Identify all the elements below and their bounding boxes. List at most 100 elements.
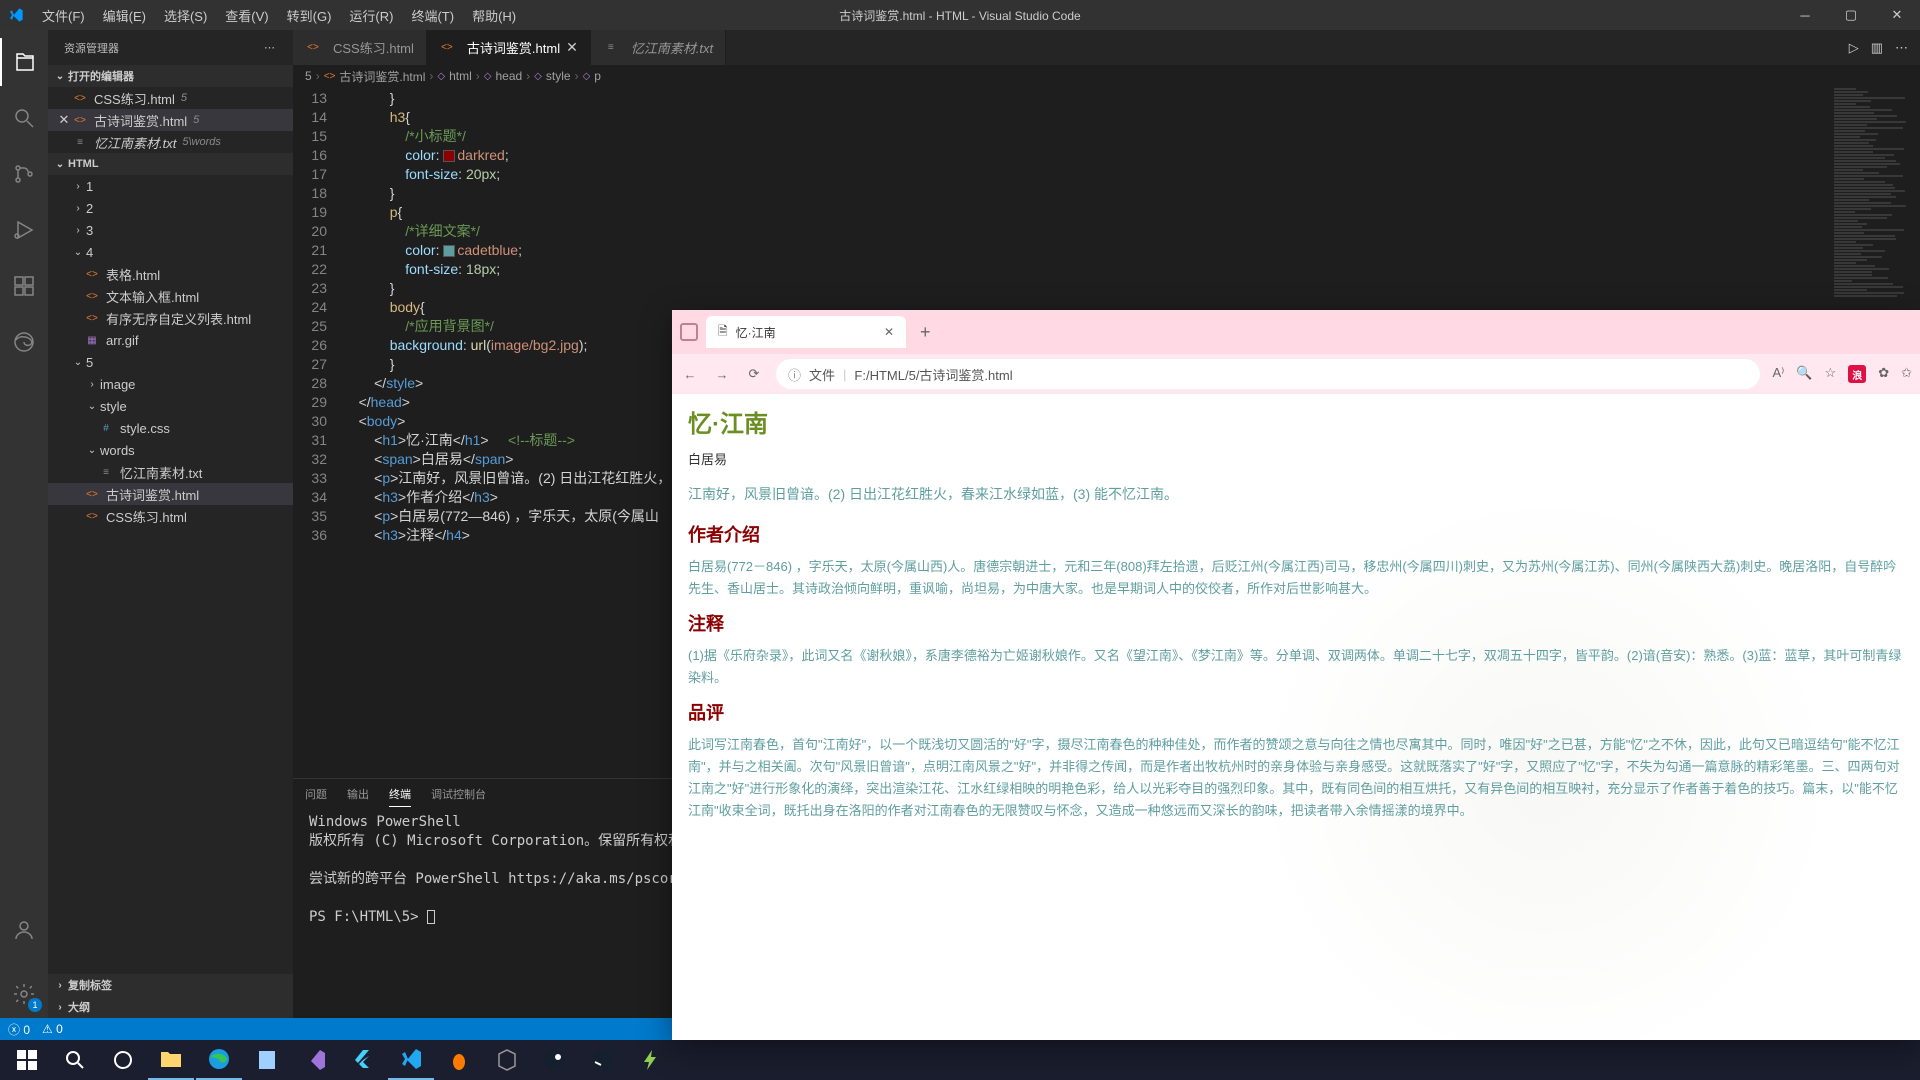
breadcrumbs[interactable]: 5›<> 古诗词鉴赏.html›◇ html›◇ head›◇ style›◇ … — [293, 65, 1920, 87]
start-button[interactable] — [4, 1040, 50, 1080]
steam-icon[interactable] — [532, 1040, 578, 1080]
settings-gear-icon[interactable]: 1 — [0, 970, 48, 1018]
folder-item[interactable]: ⌄4 — [48, 241, 293, 263]
menu-item[interactable]: 终端(T) — [403, 2, 462, 29]
file-item[interactable]: <>古诗词鉴赏.html — [48, 483, 293, 505]
menu-item[interactable]: 帮助(H) — [464, 2, 524, 29]
section-body: 白居易(772－846) ，字乐天，太原(今属山西)人。唐德宗朝进士，元和三年(… — [688, 556, 1904, 600]
vscode-taskbar-icon[interactable] — [388, 1040, 434, 1080]
open-editor-item[interactable]: ✕<>古诗词鉴赏.html5 — [48, 109, 293, 131]
open-editor-item[interactable]: <>CSS练习.html5 — [48, 87, 293, 109]
panel-tab[interactable]: 调试控制台 — [431, 782, 486, 806]
panel-tab[interactable]: 输出 — [347, 782, 369, 806]
windows-taskbar — [0, 1040, 1920, 1080]
window-title: 古诗词鉴赏.html - HTML - Visual Studio Code — [839, 7, 1080, 24]
file-item[interactable]: ≡忆江南素材.txt — [48, 461, 293, 483]
menu-item[interactable]: 运行(R) — [341, 2, 401, 29]
editor-tab[interactable]: <>古诗词鉴赏.html✕ — [427, 30, 591, 65]
project-header[interactable]: ⌄HTML — [48, 153, 293, 175]
breadcrumb-item[interactable]: 古诗词鉴赏.html — [339, 68, 425, 85]
read-aloud-icon[interactable]: A⁾ — [1772, 365, 1784, 383]
lightning-icon[interactable] — [628, 1040, 674, 1080]
outline-header[interactable]: ›大纲 — [48, 996, 293, 1018]
menu-item[interactable]: 选择(S) — [156, 2, 215, 29]
tab-close-icon[interactable]: ✕ — [566, 39, 578, 56]
file-item[interactable]: <>CSS练习.html — [48, 505, 293, 527]
editor-tab[interactable]: ≡忆江南素材.txt — [591, 30, 726, 65]
file-item[interactable]: <>表格.html — [48, 263, 293, 285]
folder-item[interactable]: ⌄style — [48, 395, 293, 417]
close-button[interactable]: ✕ — [1874, 0, 1920, 30]
folder-item[interactable]: ⌄words — [48, 439, 293, 461]
file-item[interactable]: <>文本输入框.html — [48, 285, 293, 307]
favorites-bar-icon[interactable]: ✩ — [1901, 365, 1912, 383]
search-icon[interactable] — [0, 94, 48, 142]
folder-item[interactable]: ›image — [48, 373, 293, 395]
extensions-icon[interactable] — [0, 262, 48, 310]
breadcrumb-item[interactable]: 5 — [305, 69, 312, 83]
file-explorer-icon[interactable] — [148, 1040, 194, 1080]
edge-browser-icon[interactable] — [196, 1040, 242, 1080]
steam2-icon[interactable] — [580, 1040, 626, 1080]
notepad-icon[interactable] — [244, 1040, 290, 1080]
address-bar[interactable]: ⓘ 文件 | F:/HTML/5/古诗词鉴赏.html — [776, 359, 1760, 389]
forward-button[interactable]: → — [712, 364, 732, 384]
flstudio-icon[interactable] — [436, 1040, 482, 1080]
cortana-icon[interactable] — [100, 1040, 146, 1080]
source-control-icon[interactable] — [0, 150, 48, 198]
collections-icon[interactable]: ✿ — [1878, 365, 1889, 383]
status-warnings[interactable]: ⚠ 0 — [42, 1022, 63, 1036]
folder-item[interactable]: ›1 — [48, 175, 293, 197]
run-debug-icon[interactable] — [0, 206, 48, 254]
file-item[interactable]: #style.css — [48, 417, 293, 439]
split-editor-icon[interactable]: ▥ — [1871, 40, 1883, 56]
site-info-icon[interactable]: ⓘ — [788, 365, 801, 384]
more-icon[interactable]: ⋯ — [1895, 40, 1908, 56]
visual-studio-icon[interactable] — [292, 1040, 338, 1080]
maximize-button[interactable]: ▢ — [1828, 0, 1874, 30]
breadcrumb-item[interactable]: p — [594, 69, 601, 83]
close-icon[interactable]: ✕ — [56, 112, 72, 128]
open-editor-item[interactable]: ≡忆江南素材.txt5\words — [48, 131, 293, 153]
browser-tab-strip: 🗎 忆·江南 ✕ + — [672, 310, 1920, 354]
editor-tab[interactable]: <>CSS练习.html — [293, 30, 427, 65]
minimize-button[interactable]: ─ — [1782, 0, 1828, 30]
breadcrumb-item[interactable]: head — [495, 69, 522, 83]
menu-item[interactable]: 编辑(E) — [95, 2, 154, 29]
browser-window: 🗎 忆·江南 ✕ + ← → ⟳ ⓘ 文件 | F:/HTML/5/古诗词鉴赏.… — [672, 310, 1920, 1040]
browser-tab[interactable]: 🗎 忆·江南 ✕ — [706, 316, 906, 348]
flutter-icon[interactable] — [340, 1040, 386, 1080]
sidebar-more-icon[interactable]: ⋯ — [264, 41, 277, 54]
folder-item[interactable]: ⌄5 — [48, 351, 293, 373]
breadcrumb-item[interactable]: html — [449, 69, 472, 83]
activity-bar: 1 — [0, 30, 48, 1018]
run-icon[interactable]: ▷ — [1849, 40, 1859, 56]
file-item[interactable]: <>有序无序自定义列表.html — [48, 307, 293, 329]
menu-item[interactable]: 文件(F) — [34, 2, 93, 29]
url-scheme-label: 文件 — [809, 365, 835, 384]
favorites-icon[interactable]: ☆ — [1825, 365, 1837, 383]
back-button[interactable]: ← — [680, 364, 700, 384]
search-taskbar-icon[interactable] — [52, 1040, 98, 1080]
zoom-icon[interactable]: 🔍 — [1796, 365, 1812, 383]
browser-tab-close-icon[interactable]: ✕ — [884, 325, 894, 339]
new-tab-button[interactable]: + — [914, 322, 937, 343]
extension-badge-icon[interactable]: 浪 — [1848, 365, 1866, 383]
menu-item[interactable]: 查看(V) — [217, 2, 276, 29]
unity-icon[interactable] — [484, 1040, 530, 1080]
open-editors-header[interactable]: ⌄打开的编辑器 — [48, 65, 293, 87]
file-item[interactable]: ▦arr.gif — [48, 329, 293, 351]
breadcrumb-item[interactable]: style — [546, 69, 571, 83]
menu-item[interactable]: 转到(G) — [279, 2, 340, 29]
copy-tags-header[interactable]: ›复制标签 — [48, 974, 293, 996]
panel-tab[interactable]: 终端 — [389, 782, 411, 807]
reload-button[interactable]: ⟳ — [744, 364, 764, 384]
tab-overview-icon[interactable] — [680, 323, 698, 341]
status-errors[interactable]: ⓧ 0 — [8, 1021, 30, 1038]
panel-tab[interactable]: 问题 — [305, 782, 327, 806]
edge-icon[interactable] — [0, 318, 48, 366]
account-icon[interactable] — [0, 906, 48, 954]
folder-item[interactable]: ›3 — [48, 219, 293, 241]
explorer-icon[interactable] — [0, 38, 48, 86]
folder-item[interactable]: ›2 — [48, 197, 293, 219]
